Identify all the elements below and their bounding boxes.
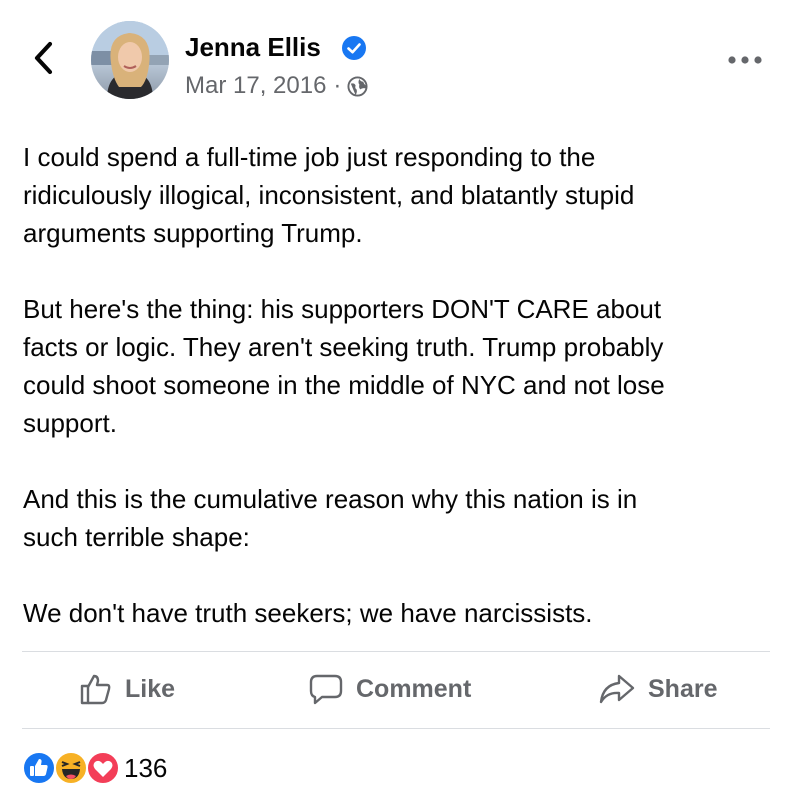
post-line: support. bbox=[23, 408, 117, 438]
author-name[interactable]: Jenna Ellis bbox=[185, 32, 321, 63]
more-options-icon[interactable] bbox=[727, 55, 763, 65]
share-button[interactable]: Share bbox=[598, 672, 717, 706]
comment-bubble-icon bbox=[309, 674, 343, 705]
meta-separator: · bbox=[333, 72, 342, 99]
verified-badge-icon bbox=[342, 36, 366, 60]
post-line: And this is the cumulative reason why th… bbox=[23, 484, 638, 514]
love-icon bbox=[86, 751, 120, 785]
like-button[interactable]: Like bbox=[79, 672, 175, 706]
comment-button[interactable]: Comment bbox=[308, 672, 471, 706]
post-line: arguments supporting Trump. bbox=[23, 218, 363, 248]
reaction-icons bbox=[22, 751, 120, 785]
post-line: ridiculously illogical, inconsistent, an… bbox=[23, 180, 635, 210]
post-text: I could spend a full-time job just respo… bbox=[23, 138, 773, 632]
action-bar: Like Comment Share bbox=[0, 652, 792, 728]
like-label: Like bbox=[125, 674, 176, 703]
like-reaction-icon bbox=[22, 751, 56, 785]
share-arrow-icon bbox=[599, 674, 635, 704]
post-line: such terrible shape: bbox=[23, 522, 250, 552]
back-arrow-icon[interactable] bbox=[28, 38, 58, 78]
globe-icon bbox=[347, 76, 368, 97]
post-line: But here's the thing: his supporters DON… bbox=[23, 294, 662, 324]
reactions-summary[interactable]: 136 bbox=[22, 749, 167, 787]
share-label: Share bbox=[648, 674, 718, 703]
post-meta: Mar 17, 2016 · bbox=[185, 72, 368, 100]
post-date[interactable]: Mar 17, 2016 bbox=[185, 72, 326, 100]
avatar[interactable] bbox=[91, 21, 169, 99]
post-line: I could spend a full-time job just respo… bbox=[23, 142, 596, 172]
post-header: Jenna Ellis Mar 17, 2016 · bbox=[0, 0, 792, 110]
comment-label: Comment bbox=[356, 674, 472, 703]
post-line: could shoot someone in the middle of NYC… bbox=[23, 370, 665, 400]
haha-icon bbox=[54, 751, 88, 785]
reaction-count: 136 bbox=[124, 752, 168, 783]
thumbs-up-icon bbox=[80, 674, 111, 705]
divider bbox=[22, 728, 770, 729]
post-line: facts or logic. They aren't seeking trut… bbox=[23, 332, 664, 362]
post-line: We don't have truth seekers; we have nar… bbox=[23, 598, 593, 628]
